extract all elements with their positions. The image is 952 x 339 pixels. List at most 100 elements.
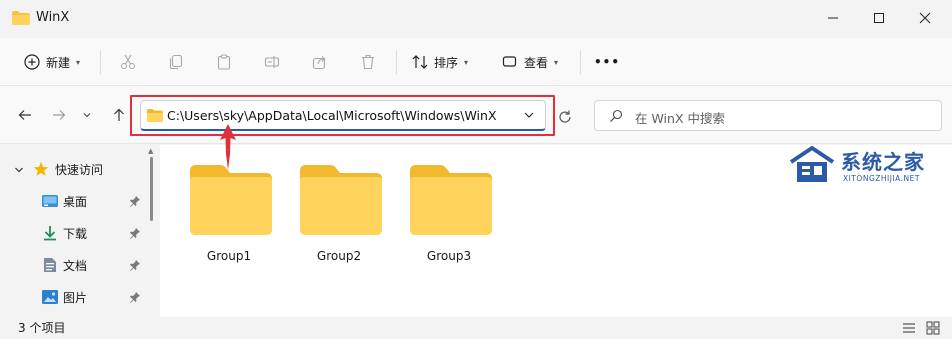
sidebar-item-quick-access[interactable]: 快速访问 — [0, 155, 150, 183]
document-icon — [42, 257, 58, 273]
maximize-button[interactable] — [856, 0, 902, 36]
sidebar-scrollbar[interactable]: ▲ — [147, 145, 155, 313]
download-icon — [42, 225, 58, 241]
address-path[interactable]: C:\Users\sky\AppData\Local\Microsoft\Win… — [167, 108, 497, 123]
folder-name: Group3 — [426, 249, 472, 263]
item-count: 3 个项目 — [18, 321, 66, 335]
clipboard-icon — [217, 54, 231, 70]
chevron-down-icon[interactable] — [14, 165, 24, 175]
sidebar-item-label: 桌面 — [63, 194, 88, 209]
chevron-down-icon: ▾ — [464, 57, 469, 67]
rename-icon — [264, 56, 280, 68]
share-button[interactable] — [308, 50, 332, 74]
chevron-down-icon — [83, 113, 91, 118]
sidebar-item-downloads[interactable]: 下载 — [0, 219, 150, 247]
watermark-subtitle: XITONGZHIJIA.NET — [843, 174, 920, 183]
picture-icon — [42, 289, 58, 305]
folder-item[interactable]: Group3 — [404, 163, 494, 273]
chevron-down-icon: ▾ — [554, 57, 559, 67]
sidebar-item-label: 下载 — [63, 226, 88, 241]
cut-button[interactable] — [116, 50, 140, 74]
scroll-up-icon[interactable]: ▲ — [148, 147, 153, 155]
list-view-icon — [903, 323, 915, 333]
pin-icon — [130, 196, 140, 207]
refresh-button[interactable] — [554, 106, 576, 128]
sidebar-item-pictures[interactable]: 图片 — [0, 283, 150, 311]
tiles-view-button[interactable] — [924, 319, 942, 337]
forward-button[interactable] — [48, 104, 70, 126]
trash-icon — [362, 54, 374, 70]
plus-circle-icon — [24, 54, 40, 70]
folder-item[interactable]: Group1 — [184, 163, 274, 273]
up-button[interactable] — [108, 104, 130, 126]
new-label: 新建 — [46, 55, 71, 70]
folder-icon — [147, 109, 163, 122]
annotation-arrow-icon — [220, 124, 236, 170]
scrollbar-thumb[interactable] — [150, 157, 153, 221]
sidebar-item-label: 图片 — [63, 290, 88, 305]
separator — [396, 50, 397, 74]
search-box[interactable]: 在 WinX 中搜索 — [594, 100, 942, 131]
arrow-left-icon — [18, 110, 31, 120]
separator — [580, 50, 581, 74]
folder-item[interactable]: Group2 — [294, 163, 384, 273]
house-logo-icon — [789, 145, 835, 182]
search-icon — [610, 109, 623, 122]
recent-locations-button[interactable] — [80, 104, 94, 126]
view-button[interactable]: 查看 ▾ — [502, 48, 558, 76]
folder-name: Group2 — [316, 249, 362, 263]
minimize-icon — [828, 17, 838, 19]
navigation-row: C:\Users\sky\AppData\Local\Microsoft\Win… — [0, 86, 952, 144]
refresh-icon — [559, 110, 571, 123]
status-bar: 3 个项目 — [0, 317, 952, 339]
view-label: 查看 — [524, 55, 549, 70]
more-icon: ••• — [594, 55, 621, 69]
navigation-pane: 快速访问 桌面 下载 文档 图片 — [0, 145, 160, 317]
grid-view-icon — [926, 321, 940, 335]
maximize-icon — [874, 13, 884, 23]
folder-icon — [410, 165, 492, 235]
sort-icon — [412, 55, 428, 69]
search-placeholder: 在 WinX 中搜索 — [635, 111, 725, 126]
copy-icon — [169, 54, 183, 70]
arrow-right-icon — [53, 110, 66, 120]
sidebar-item-desktop[interactable]: 桌面 — [0, 187, 150, 215]
window-title: WinX — [36, 10, 70, 25]
sidebar-item-label: 快速访问 — [55, 162, 104, 177]
folder-icon — [190, 165, 272, 235]
command-bar: 新建 ▾ 排序 ▾ 查看 ▾ ••• — [0, 38, 952, 86]
view-icon — [502, 56, 517, 67]
folder-icon — [300, 165, 382, 235]
copy-button[interactable] — [164, 50, 188, 74]
folder-name: Group1 — [206, 249, 252, 263]
close-icon — [919, 12, 931, 24]
sidebar-item-documents[interactable]: 文档 — [0, 251, 150, 279]
rename-button[interactable] — [260, 50, 284, 74]
details-view-button[interactable] — [900, 319, 918, 337]
close-button[interactable] — [902, 0, 948, 36]
title-bar: WinX — [0, 0, 952, 38]
star-icon — [33, 161, 49, 177]
pin-icon — [130, 260, 140, 271]
watermark-logo: 系统之家 XITONGZHIJIA.NET — [785, 144, 945, 190]
sort-button[interactable]: 排序 ▾ — [412, 48, 468, 76]
chevron-down-icon[interactable] — [523, 109, 535, 121]
sort-label: 排序 — [434, 55, 459, 70]
watermark-title: 系统之家 — [841, 150, 925, 174]
arrow-up-icon — [114, 108, 124, 121]
back-button[interactable] — [14, 104, 36, 126]
paste-button[interactable] — [212, 50, 236, 74]
pin-icon — [130, 292, 140, 303]
share-icon — [312, 56, 326, 70]
new-button[interactable]: 新建 ▾ — [24, 48, 80, 76]
delete-button[interactable] — [356, 50, 380, 74]
minimize-button[interactable] — [810, 0, 856, 36]
desktop-icon — [42, 193, 58, 209]
more-button[interactable]: ••• — [594, 48, 620, 76]
address-bar[interactable]: C:\Users\sky\AppData\Local\Microsoft\Win… — [140, 100, 546, 131]
sidebar-item-label: 文档 — [63, 258, 88, 273]
chevron-down-icon: ▾ — [76, 57, 81, 67]
separator — [100, 50, 101, 74]
pin-icon — [130, 228, 140, 239]
folder-icon — [12, 11, 30, 25]
